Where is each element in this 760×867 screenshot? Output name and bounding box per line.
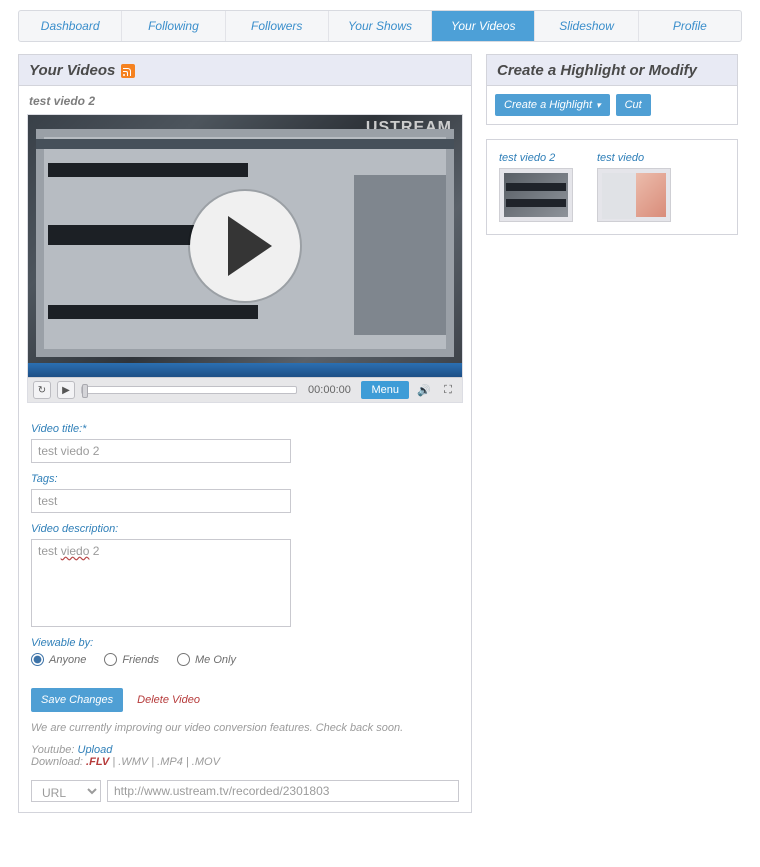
viewable-options: Anyone Friends Me Only xyxy=(31,653,459,666)
tab-slideshow[interactable]: Slideshow xyxy=(535,11,638,41)
your-videos-header: Your Videos xyxy=(19,55,471,86)
radio-anyone[interactable] xyxy=(31,653,44,666)
play-small-button[interactable]: ▶ xyxy=(57,381,75,399)
opt-anyone[interactable]: Anyone xyxy=(31,653,86,666)
video-form: Video title:* Tags: Video description: t… xyxy=(19,409,471,812)
thumb-item: test viedo xyxy=(597,152,677,222)
save-button[interactable]: Save Changes xyxy=(31,688,123,712)
play-button[interactable] xyxy=(190,191,300,301)
video-player: USTREAMRECORDED LIVE ↻ ▶ 00:00:00 xyxy=(27,114,463,403)
highlight-title: Create a Highlight or Modify xyxy=(497,62,697,79)
thumb-title-link[interactable]: test viedo xyxy=(597,152,677,164)
rss-icon[interactable] xyxy=(121,64,135,78)
volume-icon[interactable]: 🔊 xyxy=(415,383,433,397)
tab-dashboard[interactable]: Dashboard xyxy=(19,11,122,41)
tags-input[interactable] xyxy=(31,489,291,513)
title-input[interactable] xyxy=(31,439,291,463)
fullscreen-icon[interactable]: ⛶ xyxy=(439,383,457,397)
thumb-image[interactable] xyxy=(499,168,573,222)
main-tabs: DashboardFollowingFollowersYour ShowsYou… xyxy=(18,10,742,42)
download-flv-link[interactable]: .FLV xyxy=(86,756,109,768)
url-type-select[interactable]: URL xyxy=(31,780,101,802)
tags-label: Tags: xyxy=(31,473,459,485)
opt-friends[interactable]: Friends xyxy=(104,653,159,666)
video-heading: test viedo 2 xyxy=(19,86,471,114)
your-videos-panel: Your Videos test viedo 2 USTREAMRECORDED… xyxy=(18,54,472,813)
highlight-header: Create a Highlight or Modify xyxy=(487,55,737,86)
timecode: 00:00:00 xyxy=(303,384,355,396)
video-frame[interactable]: USTREAMRECORDED LIVE xyxy=(28,115,462,377)
create-highlight-button[interactable]: Create a Highlight▾ xyxy=(495,94,610,116)
chevron-down-icon: ▾ xyxy=(596,100,601,111)
title-label: Video title:* xyxy=(31,423,459,435)
tab-following[interactable]: Following xyxy=(122,11,225,41)
desc-label: Video description: xyxy=(31,523,459,535)
refresh-button[interactable]: ↻ xyxy=(33,381,51,399)
cut-button[interactable]: Cut xyxy=(616,94,651,116)
download-line: Download: .FLV | .WMV | .MP4 | .MOV xyxy=(31,756,459,768)
tab-your-shows[interactable]: Your Shows xyxy=(329,11,432,41)
tab-profile[interactable]: Profile xyxy=(639,11,741,41)
tab-your-videos[interactable]: Your Videos xyxy=(432,11,535,41)
thumb-item: test viedo 2 xyxy=(499,152,579,222)
menu-button[interactable]: Menu xyxy=(361,381,409,399)
delete-video-link[interactable]: Delete Video xyxy=(137,694,200,706)
video-thumbs-panel: test viedo 2 test viedo xyxy=(486,139,738,235)
thumb-image[interactable] xyxy=(597,168,671,222)
desc-input[interactable]: test viedo 2 xyxy=(31,539,291,627)
highlight-panel: Create a Highlight or Modify Create a Hi… xyxy=(486,54,738,125)
share-url-input[interactable] xyxy=(107,780,459,802)
youtube-line: Youtube: Upload xyxy=(31,744,459,756)
panel-title: Your Videos xyxy=(29,62,115,79)
youtube-upload-link[interactable]: Upload xyxy=(78,744,113,756)
opt-meonly[interactable]: Me Only xyxy=(177,653,236,666)
radio-friends[interactable] xyxy=(104,653,117,666)
seek-bar[interactable] xyxy=(81,386,297,394)
viewable-label: Viewable by: xyxy=(31,637,459,649)
conversion-note: We are currently improving our video con… xyxy=(31,722,459,734)
radio-meonly[interactable] xyxy=(177,653,190,666)
tab-followers[interactable]: Followers xyxy=(226,11,329,41)
play-icon xyxy=(228,216,272,276)
thumb-title-link[interactable]: test viedo 2 xyxy=(499,152,579,164)
player-controls: ↻ ▶ 00:00:00 Menu 🔊 ⛶ xyxy=(28,377,462,402)
